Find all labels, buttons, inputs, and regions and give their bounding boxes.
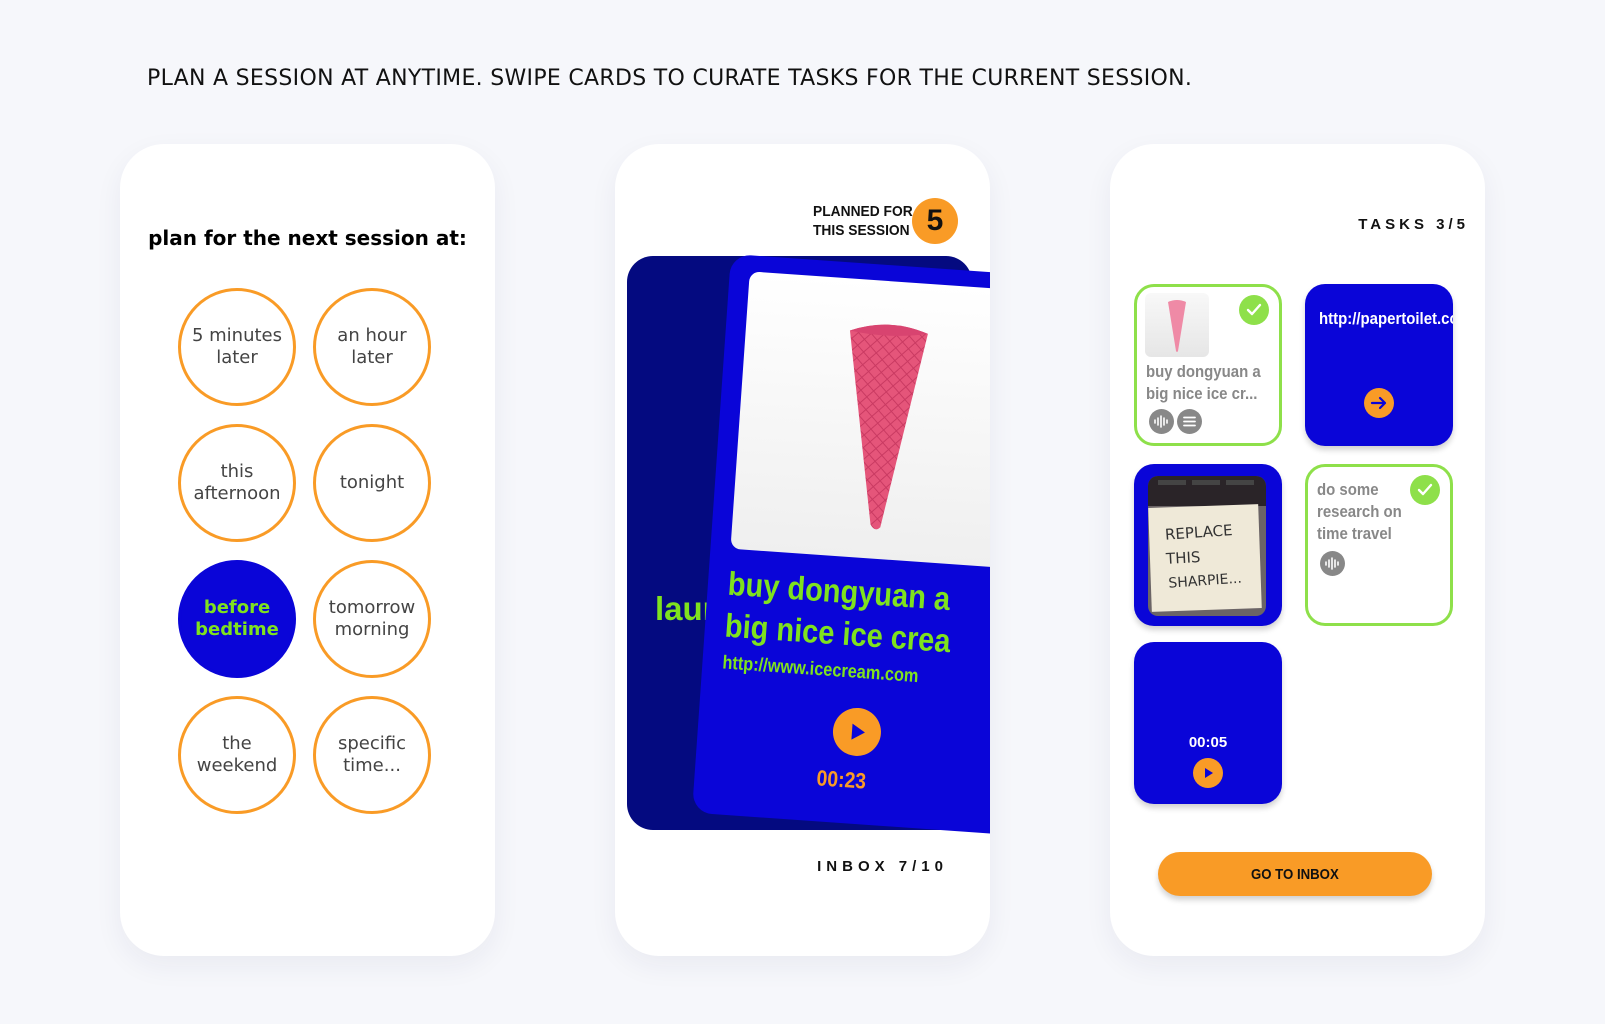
check-icon [1239, 295, 1269, 325]
audio-waveform-icon[interactable] [1320, 551, 1345, 576]
task-photo [730, 271, 990, 570]
tasks-count: TASKS 3/5 [1358, 216, 1469, 233]
svg-text:THIS: THIS [1165, 548, 1201, 568]
go-to-inbox-button[interactable]: GO TO INBOX [1158, 852, 1432, 896]
list-icon[interactable] [1177, 409, 1202, 434]
audio-duration: 00:23 [815, 765, 867, 794]
ice-cream-cone-image [1168, 300, 1186, 352]
task-tile-photo[interactable]: REPLACE THIS SHARPIE... [1134, 464, 1282, 626]
task-link-url: http://papertoilet.com/ [1319, 309, 1453, 328]
audio-waveform-icon[interactable] [1149, 409, 1174, 434]
arrow-right-icon[interactable] [1364, 388, 1394, 418]
plan-title: plan for the next session at: [148, 226, 467, 250]
sticky-note-photo: REPLACE THIS SHARPIE... [1148, 476, 1266, 616]
handwriting-image: REPLACE THIS SHARPIE... [1164, 521, 1242, 592]
option-this-afternoon[interactable]: this afternoon [178, 424, 296, 542]
option-an-hour-later[interactable]: an hour later [313, 288, 431, 406]
play-button[interactable] [831, 706, 883, 758]
check-icon [1410, 475, 1440, 505]
task-tile-ice-cream[interactable]: buy dongyuan a big nice ice cr... [1134, 284, 1282, 446]
audio-duration: 00:05 [1188, 734, 1228, 751]
task-tile-text: buy dongyuan a big nice ice cr... [1146, 362, 1261, 403]
task-thumbnail [1145, 293, 1209, 357]
task-tile-text: do some research on time travel [1317, 480, 1402, 543]
svg-text:SHARPIE...: SHARPIE... [1168, 571, 1242, 592]
task-tile-link[interactable]: http://papertoilet.com/ [1305, 284, 1453, 446]
planned-count-badge: 5 [912, 198, 958, 244]
plan-session-screen: plan for the next session at: 5 minutes … [120, 144, 495, 956]
front-task-card[interactable]: buy dongyuan a big nice ice crea http://… [691, 254, 990, 836]
option-5-minutes-later[interactable]: 5 minutes later [178, 288, 296, 406]
planned-for-session-label: PLANNED FOR THIS SESSION [813, 203, 913, 239]
play-icon[interactable] [1193, 758, 1223, 788]
session-tasks-screen: TASKS 3/5 buy dongyuan a big nice ice cr… [1110, 144, 1485, 956]
ice-cream-cone-image [849, 324, 928, 530]
option-specific-time[interactable]: specific time... [313, 696, 431, 814]
option-the-weekend[interactable]: the weekend [178, 696, 296, 814]
svg-text:REPLACE: REPLACE [1164, 521, 1233, 544]
task-tile-research[interactable]: do some research on time travel [1305, 464, 1453, 626]
swipe-cards-screen: PLANNED FOR THIS SESSION 5 launc buy don… [615, 144, 990, 956]
option-before-bedtime[interactable]: before bedtime [178, 560, 296, 678]
play-icon [851, 723, 865, 740]
inbox-count: INBOX 7/10 [817, 858, 948, 875]
option-tomorrow-morning[interactable]: tomorrow morning [313, 560, 431, 678]
option-tonight[interactable]: tonight [313, 424, 431, 542]
task-tile-audio[interactable]: 00:05 [1134, 642, 1282, 804]
task-title: buy dongyuan a big nice ice crea [723, 564, 952, 660]
headline: PLAN A SESSION AT ANYTIME. SWIPE CARDS T… [147, 66, 1193, 91]
